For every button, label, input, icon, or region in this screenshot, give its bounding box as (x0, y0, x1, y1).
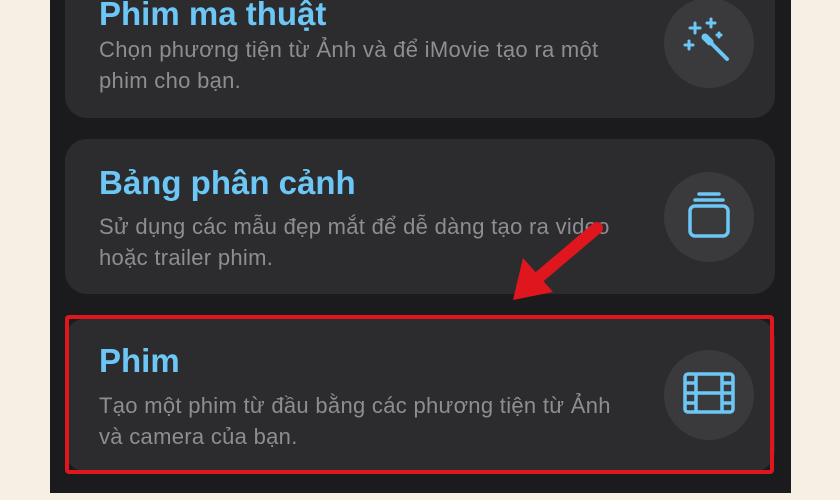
magic-movie-description: Chọn phương tiện từ Ảnh và để iMovie tạo… (99, 37, 599, 93)
movie-title: Phim (99, 342, 180, 379)
imovie-new-project-screen: Phim ma thuật Chọn phương tiện từ Ảnh và… (50, 0, 791, 493)
magic-movie-icon-button[interactable] (664, 0, 754, 88)
red-arrow-icon (513, 222, 603, 300)
movie-card[interactable]: Phim Tạo một phim từ đầu bằng các phương… (65, 318, 775, 472)
magic-wand-icon (683, 15, 735, 72)
storyboard-icon-button[interactable] (664, 172, 754, 262)
movie-icon-button[interactable] (664, 350, 754, 440)
storyboard-stack-icon (683, 189, 735, 246)
magic-movie-card[interactable]: Phim ma thuật Chọn phương tiện từ Ảnh và… (65, 0, 775, 118)
storyboard-card[interactable]: Bảng phân cảnh Sử dụng các mẫu đẹp mắt đ… (65, 139, 775, 294)
film-strip-icon (682, 370, 736, 421)
movie-description: Tạo một phim từ đầu bằng các phương tiện… (99, 393, 611, 449)
magic-movie-title: Phim ma thuật (99, 0, 327, 32)
storyboard-title: Bảng phân cảnh (99, 164, 356, 201)
